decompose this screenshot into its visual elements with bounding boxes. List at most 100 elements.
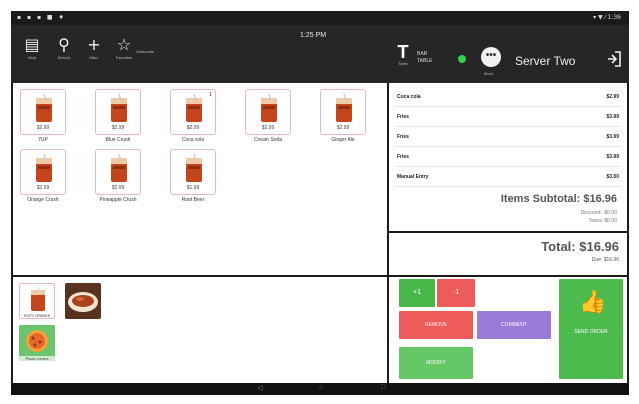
recents-icon[interactable]: □ bbox=[381, 384, 385, 391]
product-tile[interactable]: 1 $2.99 Coca cola bbox=[169, 89, 217, 143]
product-name: Coca cola bbox=[181, 137, 205, 143]
plus-icon: + bbox=[87, 35, 101, 54]
unfavorite-caption: Unfavorite bbox=[136, 49, 155, 54]
increase-quantity-button[interactable]: +1 bbox=[399, 279, 435, 307]
more-button[interactable]: ••• bbox=[481, 47, 501, 67]
search-caption: Search bbox=[57, 55, 71, 60]
product-price: $2.99 bbox=[111, 125, 125, 131]
table-label-line1: BAR bbox=[417, 51, 428, 57]
favorite-food-photo[interactable] bbox=[65, 283, 101, 319]
favorites-strip: SOFT DRINKS Pizza Lovers bbox=[13, 277, 387, 383]
more-caption: More bbox=[484, 71, 494, 76]
product-thumbnail: $1.99 bbox=[170, 149, 216, 195]
order-item-name: Fries bbox=[397, 114, 409, 120]
remove-button[interactable]: REMOVE bbox=[399, 311, 473, 339]
favorite-caption: SOFT DRINKS bbox=[20, 313, 54, 318]
table-button[interactable]: T Table bbox=[393, 43, 413, 66]
soda-cup-icon bbox=[336, 94, 352, 122]
product-price: $2.99 bbox=[336, 125, 350, 131]
product-grid: $2.99 7UP $2.99 Blue Crush 1 $2.99 Coca cola $2… bbox=[13, 83, 387, 275]
amount-due: Due: $16.96 bbox=[591, 257, 619, 263]
order-item-row[interactable]: Fries $3.99 bbox=[395, 107, 621, 127]
modify-button[interactable]: MODIFY bbox=[399, 347, 473, 379]
product-tile[interactable]: $1.99 Root Beer bbox=[169, 149, 217, 203]
search-button[interactable]: ⚲ Search bbox=[51, 35, 77, 60]
product-thumbnail: $2.99 bbox=[245, 89, 291, 135]
order-item-price: $3.99 bbox=[606, 114, 619, 120]
soda-cup-icon bbox=[111, 154, 127, 182]
order-item-name: Manual Entry bbox=[397, 174, 429, 180]
favorite-soft-drinks[interactable]: SOFT DRINKS bbox=[19, 283, 55, 319]
order-item-name: Fries bbox=[397, 134, 409, 140]
table-label: BAR TABLE bbox=[417, 51, 432, 65]
favorite-pizza-lovers[interactable]: Pizza Lovers bbox=[19, 325, 55, 361]
product-price: $2.99 bbox=[36, 125, 50, 131]
product-price: $2.99 bbox=[261, 125, 275, 131]
soda-cup-icon bbox=[36, 154, 52, 182]
order-item-price: $2.99 bbox=[606, 94, 619, 100]
status-icons-left: ▪ ▪ ▪ ■ ♦ bbox=[17, 14, 66, 21]
items-subtotal: Items Subtotal: $16.96 bbox=[500, 193, 617, 205]
search-icon: ⚲ bbox=[58, 35, 70, 54]
misc-item-button[interactable]: + Misc. bbox=[81, 35, 107, 60]
product-name: Ginger Ale bbox=[331, 137, 355, 143]
product-tile[interactable]: $2.99 Ginger Ale bbox=[319, 89, 367, 143]
product-price: $2.99 bbox=[36, 185, 50, 191]
product-name: Orange Crush bbox=[27, 197, 59, 203]
order-total: Total: $16.96 bbox=[541, 239, 619, 254]
product-tile[interactable]: $2.99 Blue Crush bbox=[94, 89, 142, 143]
pos-screen: ▪ ▪ ▪ ■ ♦ ▾ ▼ ⁄ 1:36 ▤ Dept ⚲ Search + M… bbox=[11, 11, 629, 395]
back-icon[interactable]: ◁ bbox=[257, 384, 262, 392]
departments-button[interactable]: ▤ Dept bbox=[19, 35, 45, 60]
soda-cup-icon bbox=[186, 94, 202, 122]
product-name: Blue Crush bbox=[105, 137, 131, 143]
product-price: $1.99 bbox=[186, 185, 200, 191]
home-icon[interactable]: ○ bbox=[319, 384, 323, 391]
discount-line: Discount: -$0.00 bbox=[580, 210, 617, 216]
product-tile[interactable]: $2.99 Cream Soda bbox=[244, 89, 292, 143]
order-item-name: Coca cola bbox=[397, 94, 421, 100]
ellipsis-icon: ••• bbox=[485, 50, 497, 61]
departments-icon: ▤ bbox=[24, 35, 40, 54]
tablet-frame: ▪ ▪ ▪ ■ ♦ ▾ ▼ ⁄ 1:36 ▤ Dept ⚲ Search + M… bbox=[0, 0, 639, 404]
product-tile[interactable]: $2.99 Orange Crush bbox=[19, 149, 67, 203]
clock: 1:25 PM bbox=[300, 32, 327, 39]
table-icon: T bbox=[397, 42, 409, 62]
server-name[interactable]: Server Two bbox=[515, 54, 575, 68]
cart-count-badge: 1 bbox=[209, 92, 212, 98]
product-tile[interactable]: $2.99 Pineapple Crush bbox=[94, 149, 142, 203]
soda-cup-icon bbox=[111, 94, 127, 122]
order-item-price: $3.99 bbox=[606, 134, 619, 140]
order-item-row[interactable]: Fries $3.99 bbox=[395, 127, 621, 147]
favorite-caption: Pizza Lovers bbox=[19, 356, 55, 361]
product-tile[interactable]: $2.99 7UP bbox=[19, 89, 67, 143]
order-item-row[interactable]: Fries $3.99 bbox=[395, 147, 621, 167]
online-status-dot bbox=[458, 55, 466, 63]
decrease-quantity-button[interactable]: -1 bbox=[437, 279, 475, 307]
product-name: Root Beer bbox=[181, 197, 205, 203]
product-thumbnail: $2.99 bbox=[20, 89, 66, 135]
food-plate-icon bbox=[65, 283, 101, 319]
table-caption: Table bbox=[398, 61, 408, 66]
departments-caption: Dept bbox=[27, 55, 37, 60]
order-item-row[interactable]: Manual Entry $3.00 bbox=[395, 167, 621, 187]
product-name: Cream Soda bbox=[253, 137, 283, 143]
logout-icon[interactable] bbox=[607, 51, 621, 67]
send-order-button[interactable]: 👍 SEND ORDER bbox=[559, 279, 623, 379]
status-icons-right: ▾ ▼ ⁄ 1:36 bbox=[593, 14, 621, 21]
soda-cup-icon bbox=[36, 94, 52, 122]
order-item-row[interactable]: Coca cola $2.99 bbox=[395, 87, 621, 107]
soda-cup-icon bbox=[31, 287, 45, 311]
product-thumbnail: $2.99 bbox=[95, 149, 141, 195]
product-thumbnail: $2.99 bbox=[320, 89, 366, 135]
order-item-price: $3.00 bbox=[606, 174, 619, 180]
product-thumbnail: $2.99 bbox=[95, 89, 141, 135]
misc-caption: Misc. bbox=[89, 55, 99, 60]
table-label-line2: TABLE bbox=[417, 58, 433, 64]
order-totals: Total: $16.96 Due: $16.96 bbox=[389, 233, 627, 275]
product-name: 7UP bbox=[38, 137, 48, 143]
order-ticket: Coca cola $2.99 Fries $3.99 Fries $3.99 Fries $… bbox=[389, 83, 627, 231]
comment-button[interactable]: COMMENT bbox=[477, 311, 551, 339]
favorites-button[interactable]: ☆ Favorites bbox=[111, 35, 137, 60]
status-bar: ▪ ▪ ▪ ■ ♦ ▾ ▼ ⁄ 1:36 bbox=[11, 11, 629, 25]
